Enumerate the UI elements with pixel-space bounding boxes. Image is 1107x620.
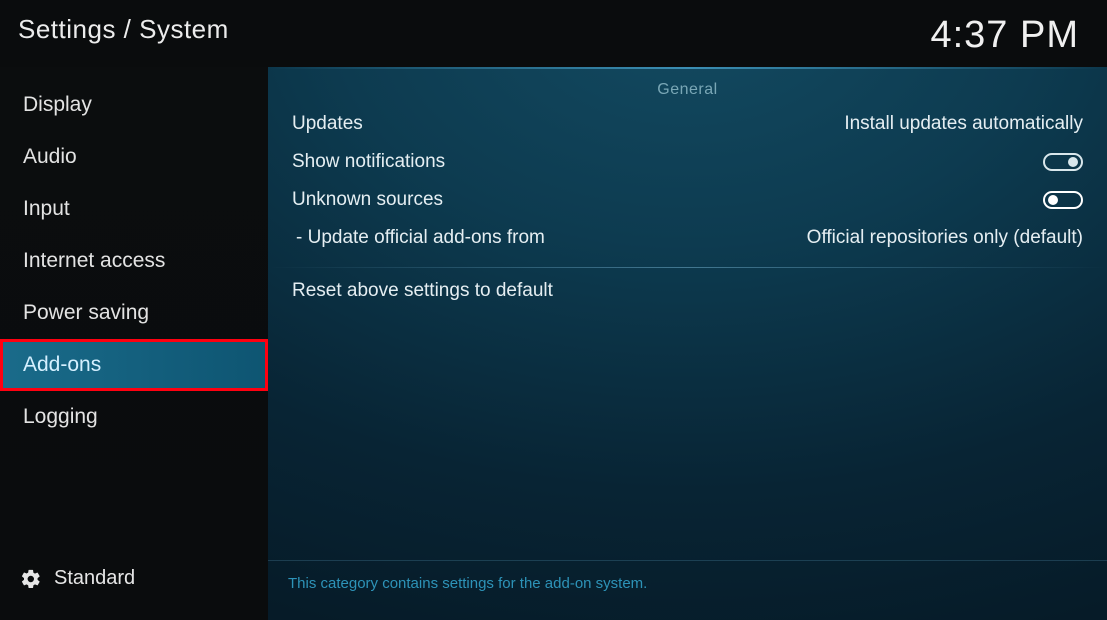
main-area: Display Audio Input Internet access Powe… bbox=[0, 67, 1107, 620]
setting-label: Show notifications bbox=[292, 151, 445, 173]
divider bbox=[268, 267, 1107, 268]
sidebar-item-power-saving[interactable]: Power saving bbox=[0, 287, 268, 339]
setting-label: - Update official add-ons from bbox=[292, 227, 545, 249]
sidebar-item-audio[interactable]: Audio bbox=[0, 131, 268, 183]
clock: 4:37 PM bbox=[930, 14, 1079, 57]
gear-icon bbox=[20, 568, 42, 590]
sidebar-nav: Display Audio Input Internet access Powe… bbox=[0, 79, 268, 443]
setting-unknown-sources[interactable]: Unknown sources bbox=[268, 181, 1107, 219]
breadcrumb: Settings / System bbox=[18, 14, 229, 45]
settings-level-button[interactable]: Standard bbox=[0, 549, 268, 620]
setting-label: Unknown sources bbox=[292, 189, 443, 211]
setting-label: Updates bbox=[292, 113, 363, 135]
sidebar-item-add-ons[interactable]: Add-ons bbox=[0, 339, 268, 391]
toggle-off-icon bbox=[1043, 153, 1083, 171]
setting-label: Reset above settings to default bbox=[292, 280, 553, 302]
setting-value: Official repositories only (default) bbox=[807, 227, 1083, 249]
setting-updates[interactable]: Updates Install updates automatically bbox=[268, 105, 1107, 143]
group-header-general: General bbox=[268, 67, 1107, 105]
sidebar-item-input[interactable]: Input bbox=[0, 183, 268, 235]
toggle-on-icon bbox=[1043, 191, 1083, 209]
app-header: Settings / System 4:37 PM bbox=[0, 0, 1107, 67]
sidebar-item-logging[interactable]: Logging bbox=[0, 391, 268, 443]
sidebar-item-display[interactable]: Display bbox=[0, 79, 268, 131]
sidebar-item-internet-access[interactable]: Internet access bbox=[0, 235, 268, 287]
setting-show-notifications[interactable]: Show notifications bbox=[268, 143, 1107, 181]
settings-list: Updates Install updates automatically Sh… bbox=[268, 105, 1107, 263]
category-description: This category contains settings for the … bbox=[268, 560, 1107, 620]
sidebar: Display Audio Input Internet access Powe… bbox=[0, 67, 268, 620]
setting-reset-defaults[interactable]: Reset above settings to default bbox=[268, 272, 1107, 310]
setting-update-official-addons-from[interactable]: - Update official add-ons from Official … bbox=[268, 219, 1107, 257]
setting-value: Install updates automatically bbox=[844, 113, 1083, 135]
settings-level-label: Standard bbox=[54, 567, 135, 590]
content-pane: General Updates Install updates automati… bbox=[268, 67, 1107, 620]
